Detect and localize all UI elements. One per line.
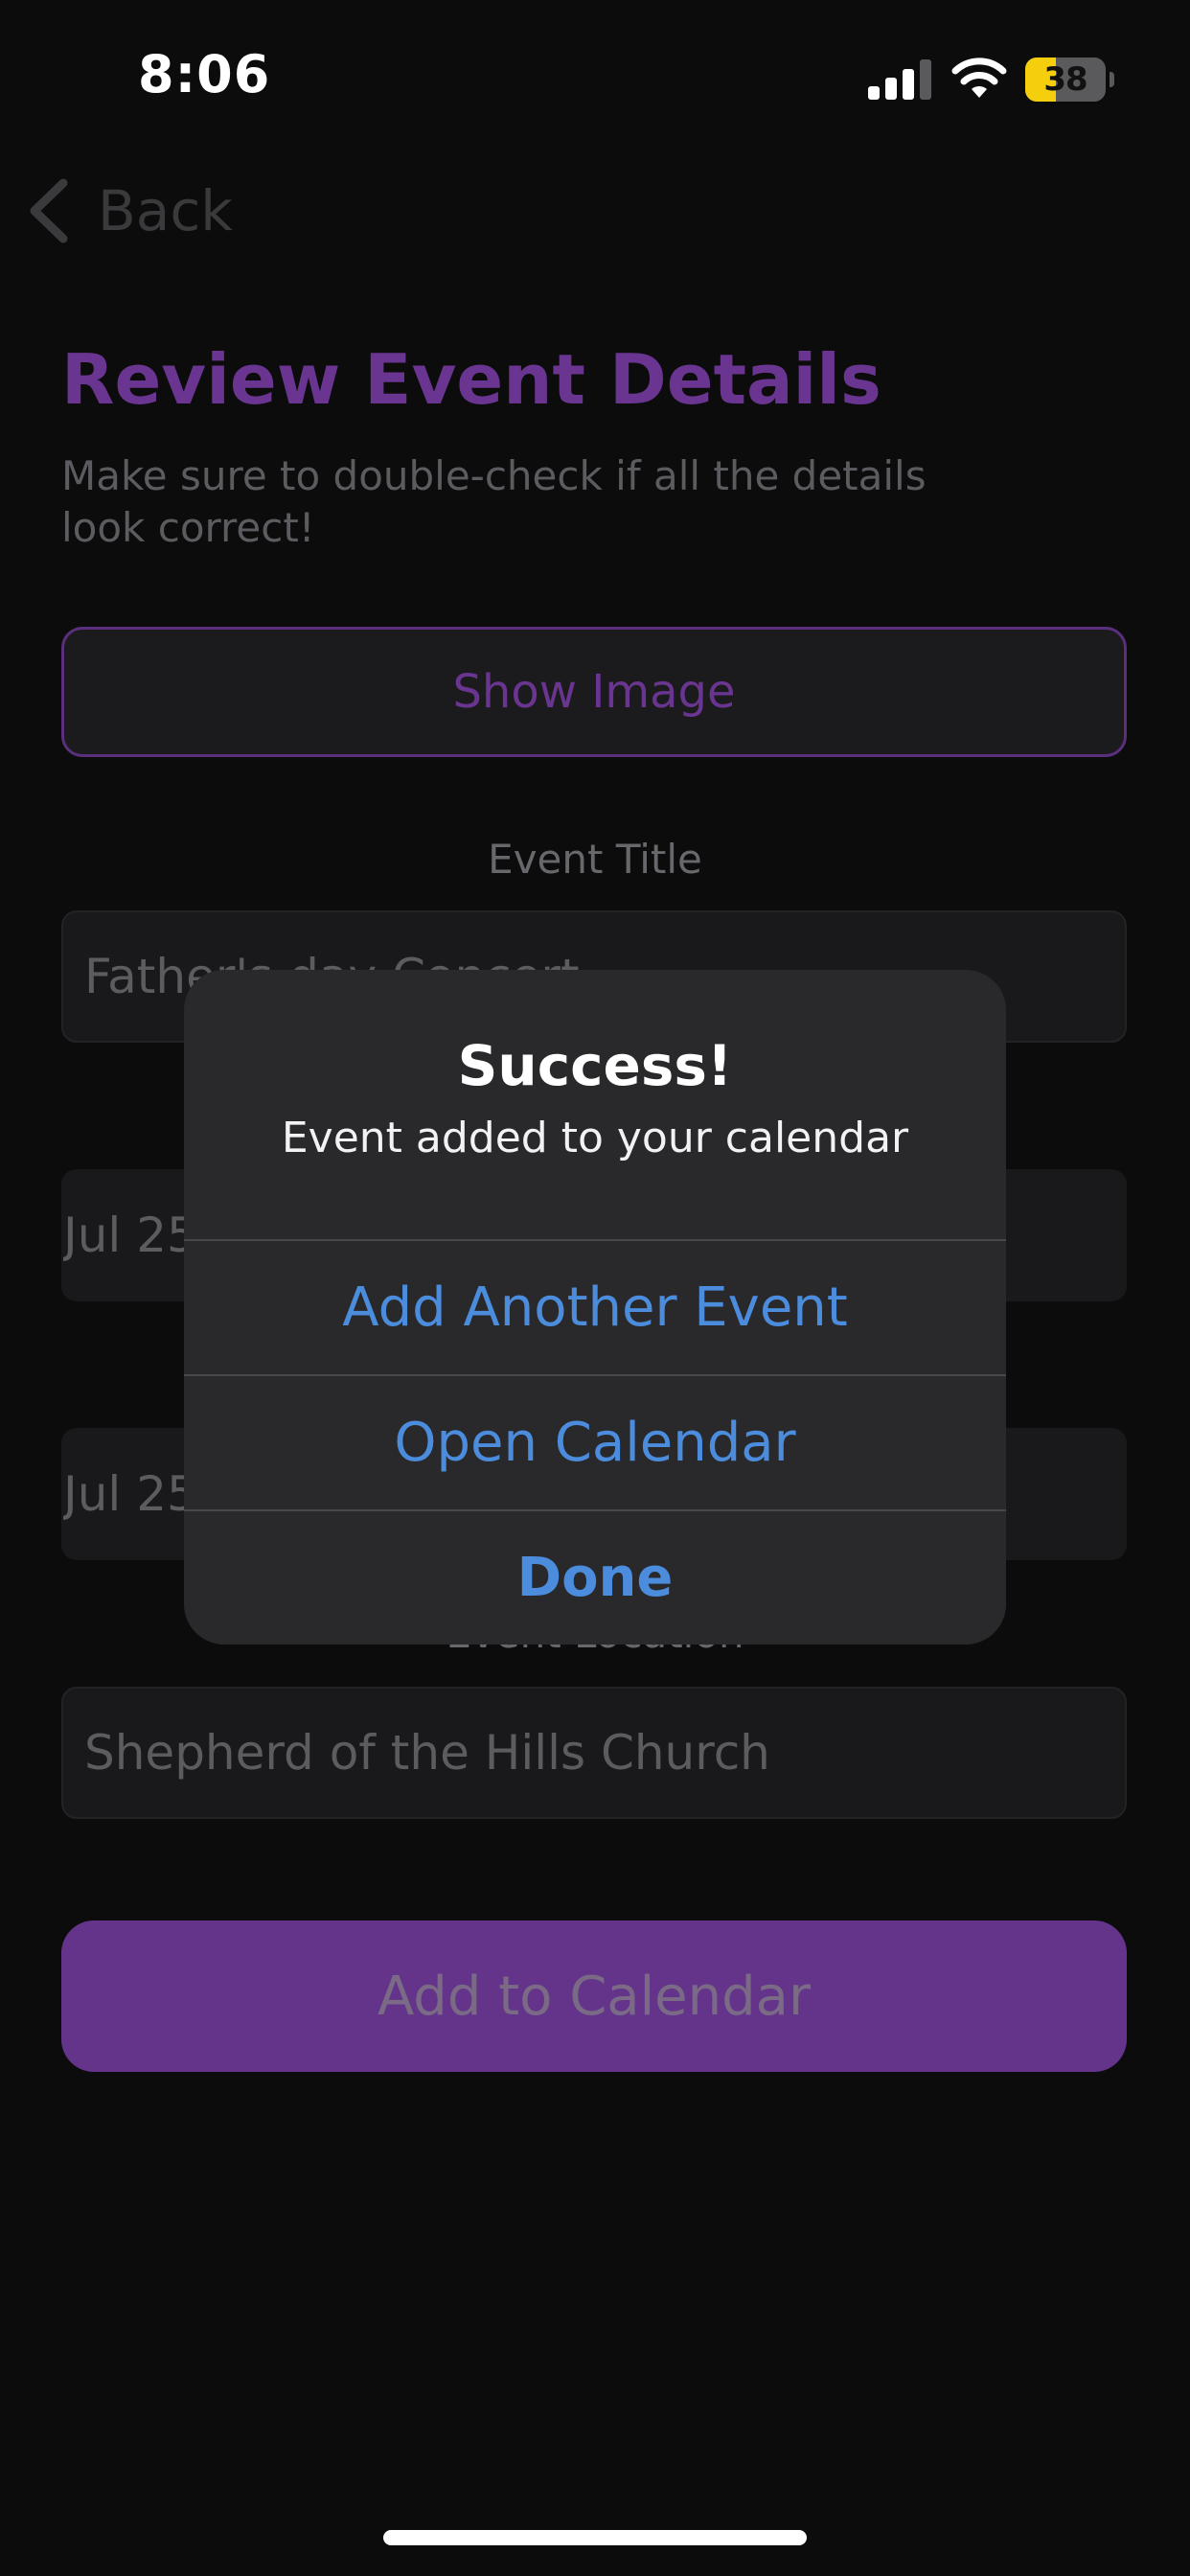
add-to-calendar-button[interactable]: Add to Calendar [61,1920,1127,2072]
add-another-event-button[interactable]: Add Another Event [184,1239,1006,1373]
battery-percent: 38 [1043,60,1087,99]
success-alert: Success! Event added to your calendar Ad… [184,970,1006,1644]
battery-icon: 38 [1025,58,1114,102]
back-button[interactable]: Back [27,172,233,249]
event-location-field[interactable]: Shepherd of the Hills Church [61,1687,1127,1819]
event-location-value: Shepherd of the Hills Church [84,1725,770,1781]
status-time: 8:06 [138,44,271,104]
battery-nub [1110,72,1114,87]
show-image-button[interactable]: Show Image [61,627,1127,757]
chevron-left-icon [30,178,68,243]
back-label: Back [98,178,233,243]
battery-body: 38 [1025,58,1106,102]
home-indicator[interactable] [383,2530,807,2545]
status-bar: 8:06 38 [0,0,1190,153]
page-subtitle: Make sure to double-check if all the det… [61,452,927,551]
end-date-value: Jul 25 [63,1466,197,1522]
signal-icon [868,59,931,100]
event-title-label: Event Title [488,836,702,883]
open-calendar-button[interactable]: Open Calendar [184,1374,1006,1508]
alert-header: Success! Event added to your calendar [184,970,1006,1239]
alert-message: Event added to your calendar [281,1114,909,1162]
start-date-value: Jul 25 [63,1208,197,1263]
page-title: Review Event Details [61,339,881,420]
alert-title: Success! [457,1033,733,1098]
done-button[interactable]: Done [184,1509,1006,1644]
wifi-icon [951,58,1007,98]
